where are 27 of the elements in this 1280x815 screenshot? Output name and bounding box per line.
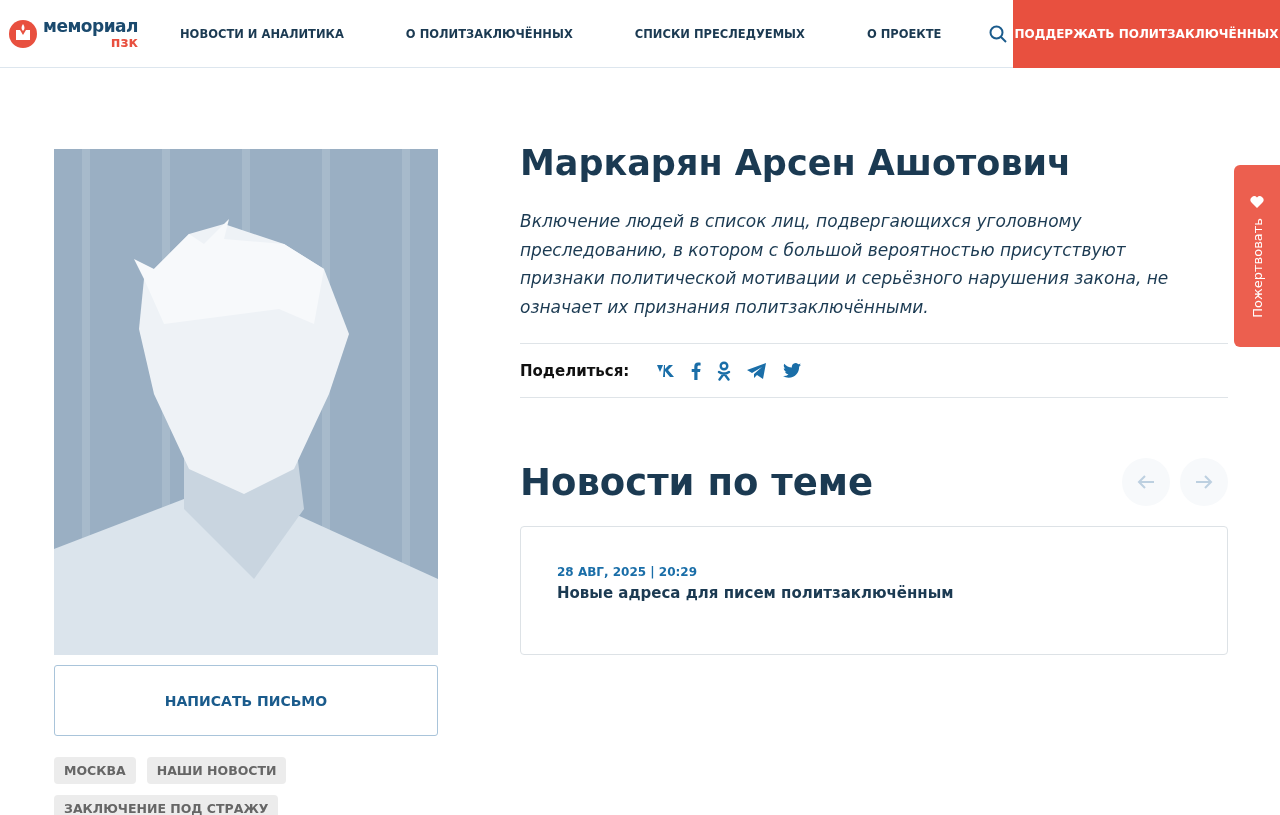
paper-plane-icon[interactable] bbox=[747, 362, 768, 379]
person-name: Маркарян Арсен Ашотович bbox=[520, 142, 1073, 185]
logo-subtitle: пзк bbox=[110, 35, 138, 49]
bird-icon[interactable] bbox=[783, 363, 802, 378]
search-icon[interactable] bbox=[989, 24, 1007, 43]
news-card[interactable]: 28 АВГ, 2025 | 20:29 Новые адреса для писем политзаключённым bbox=[520, 526, 1228, 655]
heart-icon bbox=[1250, 194, 1264, 208]
left-arrow-icon bbox=[1137, 475, 1155, 489]
logo-wordmark: мемориал bbox=[43, 18, 138, 35]
nav-link[interactable]: О ПРОЕКТЕ bbox=[866, 26, 942, 41]
disclaimer-text: Включение людей в список лиц, подвергающихся уголовному преследованию, в котором с большой вероятностью присутствуют признаки политической мотивации и серьёзного нарушения закона, не означает их признания политзаключёнными. bbox=[520, 207, 1228, 344]
tag-chip[interactable]: НАШИ НОВОСТИ bbox=[146, 757, 287, 784]
nav-link[interactable]: СПИСКИ ПРЕСЛЕДУЕМЫХ bbox=[634, 26, 805, 41]
logo[interactable]: мемориал пзк bbox=[9, 18, 159, 49]
facebook-icon[interactable] bbox=[691, 361, 702, 380]
news-date: 28 АВГ, 2025 | 20:29 bbox=[557, 565, 699, 579]
nav-link[interactable]: НОВОСТИ И АНАЛИТИКА bbox=[180, 26, 344, 41]
support-button[interactable]: ПОДДЕРЖАТЬ ПОЛИТЗАКЛЮЧЁННЫХ bbox=[1013, 0, 1280, 68]
right-arrow-icon bbox=[1195, 475, 1213, 489]
tag-chip[interactable]: ЗАКЛЮЧЕНИЕ ПОД СТРАЖУ bbox=[54, 795, 279, 815]
section-heading: Новости по теме bbox=[520, 460, 874, 504]
write-letter-button[interactable]: НАПИСАТЬ ПИСЬМО bbox=[54, 665, 438, 736]
news-title: Новые адреса для писем политзаключённым bbox=[557, 584, 955, 602]
odnoklassniki-icon[interactable] bbox=[717, 360, 732, 381]
nav-link[interactable]: О ПОЛИТЗАКЛЮЧЁННЫХ bbox=[405, 26, 573, 41]
share-label: Поделиться: bbox=[520, 361, 630, 380]
tag-chip[interactable]: МОСКВА bbox=[54, 757, 136, 784]
